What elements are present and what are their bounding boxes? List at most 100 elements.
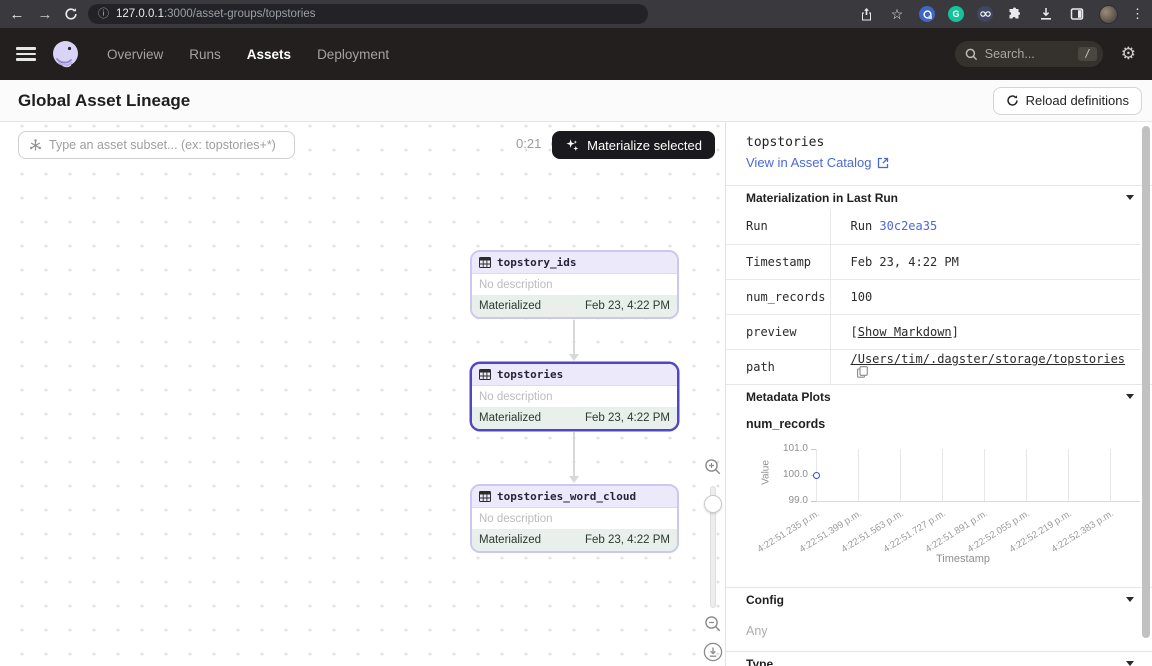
downloads-icon[interactable] bbox=[1037, 5, 1055, 23]
asset-details-panel: topstories View in Asset Catalog Materia… bbox=[726, 122, 1152, 666]
reload-definitions-button[interactable]: Reload definitions bbox=[993, 87, 1142, 115]
row-value: Run 30c2ea35 bbox=[830, 209, 1140, 244]
config-value: Any bbox=[726, 611, 1152, 651]
edge-2-arrowhead bbox=[569, 476, 579, 483]
row-label: Timestamp bbox=[726, 244, 830, 279]
app-navbar: Overview Runs Assets Deployment Search..… bbox=[0, 28, 1152, 80]
asset-node-topstory-ids[interactable]: topstory_ids No description Materialized… bbox=[470, 250, 679, 319]
path-link[interactable]: /Users/tim/.dagster/storage/topstories bbox=[851, 352, 1126, 366]
grammarly-icon[interactable]: G bbox=[948, 6, 964, 22]
num-records-chart: Value 101.0 100.0 99.0 4:22:51.235 p.m. … bbox=[726, 435, 1152, 587]
bookmark-star-icon[interactable]: ☆ bbox=[888, 5, 906, 23]
asset-subset-filter[interactable] bbox=[18, 131, 295, 159]
copy-icon[interactable] bbox=[857, 367, 868, 381]
chevron-down-icon[interactable] bbox=[1126, 661, 1134, 666]
asset-node-topstories[interactable]: topstories No description Materialized F… bbox=[470, 362, 679, 431]
settings-gear-icon[interactable]: ⚙ bbox=[1121, 44, 1136, 64]
sparkle-icon bbox=[565, 138, 580, 153]
timer-value: 0:21 bbox=[516, 136, 541, 151]
row-value: /Users/tim/.dagster/storage/topstories bbox=[830, 349, 1140, 384]
chart-x-axis bbox=[816, 501, 1140, 502]
asset-node-timestamp: Feb 23, 4:22 PM bbox=[585, 412, 670, 424]
site-info-icon[interactable]: ⓘ bbox=[98, 9, 109, 20]
chevron-down-icon[interactable] bbox=[1126, 597, 1134, 602]
table-row: path /Users/tim/.dagster/storage/topstor… bbox=[726, 349, 1140, 384]
edge-1 bbox=[573, 320, 575, 354]
browser-menu-icon[interactable]: ⋮ bbox=[1131, 6, 1144, 22]
global-search-input[interactable]: Search... / bbox=[955, 41, 1103, 67]
external-link-icon bbox=[877, 157, 889, 169]
browser-back-icon[interactable]: ← bbox=[8, 6, 26, 23]
table-row: Timestamp Feb 23, 4:22 PM bbox=[726, 244, 1140, 279]
asset-graph-icon bbox=[29, 139, 42, 152]
url-text: 127.0.0.1:3000/asset-groups/topstories bbox=[116, 8, 315, 20]
browser-forward-icon[interactable]: → bbox=[36, 6, 54, 23]
asset-node-name: topstories_word_cloud bbox=[497, 490, 636, 503]
selected-asset-name: topstories bbox=[746, 135, 1132, 150]
nav-item-runs[interactable]: Runs bbox=[189, 47, 221, 62]
row-label: path bbox=[726, 349, 830, 384]
hamburger-menu-icon[interactable] bbox=[16, 47, 36, 61]
section-materialization-last-run[interactable]: Materialization in Last Run bbox=[726, 185, 1152, 209]
zoom-out-icon[interactable] bbox=[704, 615, 722, 638]
section-config[interactable]: Config bbox=[726, 587, 1152, 611]
profile-avatar[interactable] bbox=[1099, 5, 1118, 24]
page-title: Global Asset Lineage bbox=[18, 91, 190, 111]
plot-title: num_records bbox=[746, 417, 1152, 433]
asset-node-timestamp: Feb 23, 4:22 PM bbox=[585, 534, 670, 546]
page-header: Global Asset Lineage Reload definitions bbox=[0, 80, 1152, 122]
asset-node-status: Materialized bbox=[479, 300, 541, 312]
table-icon bbox=[479, 369, 491, 380]
search-icon bbox=[965, 48, 978, 61]
y-tick: 99.0 bbox=[768, 495, 808, 507]
goggles-extension-icon[interactable] bbox=[977, 6, 993, 22]
view-in-asset-catalog-link[interactable]: View in Asset Catalog bbox=[746, 155, 889, 170]
y-tick: 100.0 bbox=[768, 469, 808, 481]
asset-node-description: No description bbox=[472, 386, 677, 407]
table-icon bbox=[479, 257, 491, 268]
section-type[interactable]: Type bbox=[726, 651, 1152, 666]
table-row: preview [Show Markdown] bbox=[726, 314, 1140, 349]
show-markdown-link[interactable]: Show Markdown bbox=[858, 325, 952, 339]
asset-node-status: Materialized bbox=[479, 534, 541, 546]
edge-1-arrowhead bbox=[569, 354, 579, 361]
nav-item-overview[interactable]: Overview bbox=[107, 47, 163, 62]
row-label: Run bbox=[726, 209, 830, 244]
lineage-graph-canvas[interactable]: 0:21 Materialize selected topstory_ids N… bbox=[0, 122, 726, 666]
nav-item-deployment[interactable]: Deployment bbox=[317, 47, 389, 62]
materialization-table: Run Run 30c2ea35 Timestamp Feb 23, 4:22 … bbox=[726, 209, 1140, 384]
search-shortcut-badge: / bbox=[1078, 47, 1096, 61]
run-id-link[interactable]: 30c2ea35 bbox=[879, 219, 937, 233]
row-value: Feb 23, 4:22 PM bbox=[830, 244, 1140, 279]
asset-node-topstories-word-cloud[interactable]: topstories_word_cloud No description Mat… bbox=[470, 484, 679, 553]
asset-node-description: No description bbox=[472, 508, 677, 529]
row-label: num_records bbox=[726, 279, 830, 314]
y-tick: 101.0 bbox=[768, 443, 808, 455]
zoom-to-fit-icon[interactable] bbox=[703, 642, 723, 666]
row-value: 100 bbox=[830, 279, 1140, 314]
data-point[interactable] bbox=[813, 472, 820, 479]
asset-subset-input[interactable] bbox=[49, 138, 284, 152]
asset-node-status: Materialized bbox=[479, 412, 541, 424]
address-bar[interactable]: ⓘ 127.0.0.1:3000/asset-groups/topstories bbox=[88, 4, 648, 24]
zoom-in-icon[interactable] bbox=[704, 458, 722, 481]
section-metadata-plots[interactable]: Metadata Plots bbox=[726, 384, 1152, 408]
chart-x-axis-label: Timestamp bbox=[816, 553, 1110, 565]
materialize-selected-button[interactable]: Materialize selected bbox=[552, 131, 715, 159]
zoom-slider-thumb[interactable] bbox=[704, 495, 722, 513]
browser-reload-icon[interactable] bbox=[64, 7, 78, 21]
nav-item-assets[interactable]: Assets bbox=[247, 47, 291, 62]
chevron-down-icon[interactable] bbox=[1126, 195, 1134, 200]
asset-node-timestamp: Feb 23, 4:22 PM bbox=[585, 300, 670, 312]
asset-node-name: topstory_ids bbox=[497, 256, 576, 269]
refresh-icon bbox=[1006, 94, 1019, 107]
share-icon[interactable] bbox=[857, 5, 875, 23]
extensions-puzzle-icon[interactable] bbox=[1006, 5, 1024, 23]
extension-blue-icon[interactable] bbox=[919, 6, 935, 22]
chevron-down-icon[interactable] bbox=[1126, 394, 1134, 399]
table-row: num_records 100 bbox=[726, 279, 1140, 314]
table-row: Run Run 30c2ea35 bbox=[726, 209, 1140, 244]
side-panel-icon[interactable] bbox=[1068, 5, 1086, 23]
dagster-logo[interactable] bbox=[50, 39, 81, 70]
panel-scrollbar[interactable] bbox=[1142, 126, 1150, 638]
